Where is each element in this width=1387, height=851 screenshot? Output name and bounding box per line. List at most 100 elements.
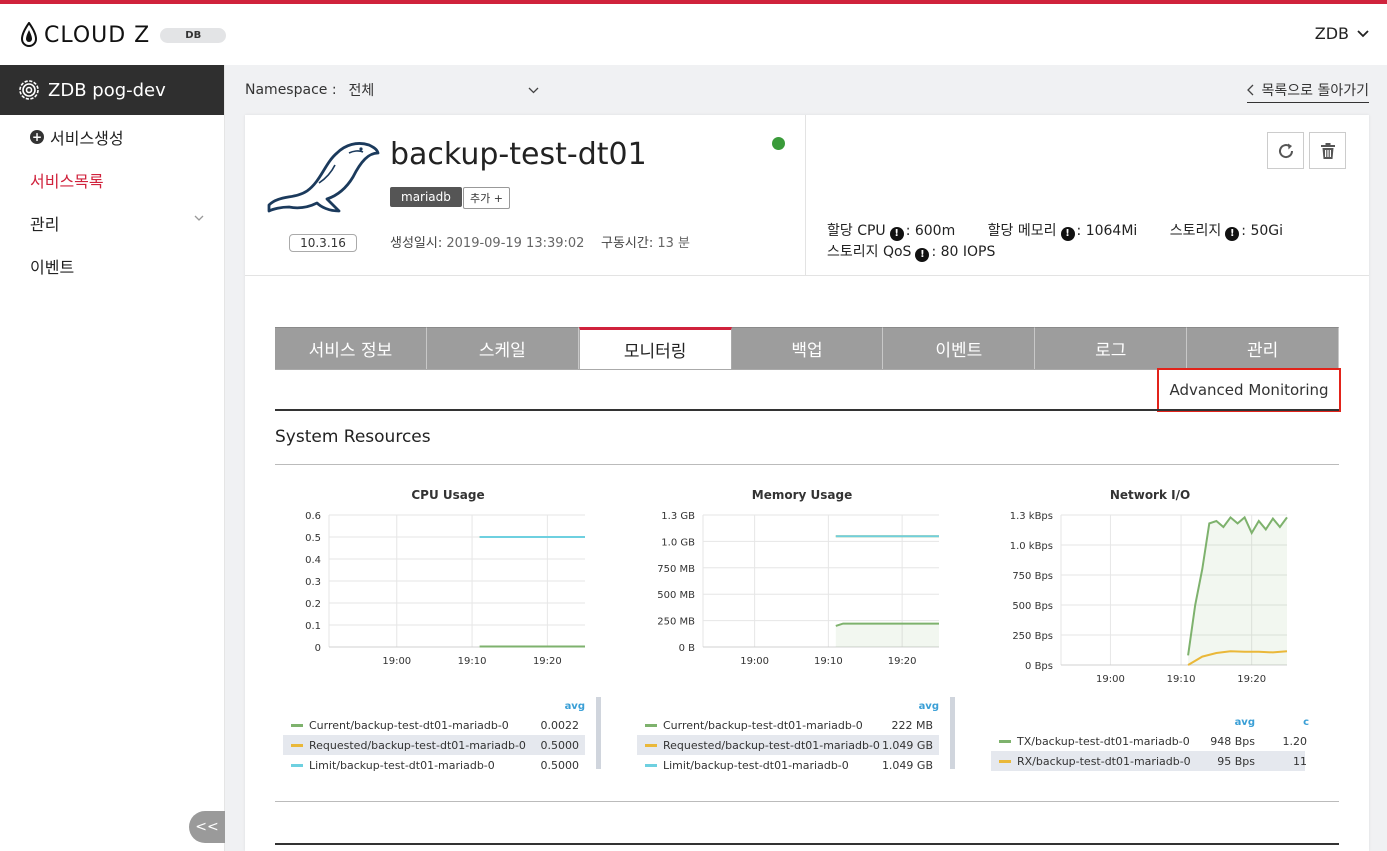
chart-plot: 0 Bps 250 Bps 500 Bps 750 Bps 1.0 kBps 1.3 kB… — [1010, 511, 1288, 685]
trash-icon — [1320, 142, 1335, 159]
legend-avg-value: 948 Bps — [1210, 734, 1255, 748]
legend-scrollbar[interactable] — [596, 697, 601, 769]
status-indicator — [772, 137, 785, 150]
legend-item[interactable]: Requested/backup-test-dt01-mariadb-0 1.04… — [637, 735, 939, 755]
legend-avg-header[interactable]: avg — [919, 701, 939, 712]
allocation-info: 할당 CPU!: 600m 할당 메모리!: 1064Mi 스토리지!: 50G… — [827, 221, 1311, 263]
logo-badge: DB — [160, 27, 227, 43]
add-tag-button[interactable]: 추가 + — [463, 187, 510, 209]
chevron-down-icon — [1357, 29, 1369, 37]
y-tick-label: 0.4 — [305, 555, 321, 566]
legend-series-name: Current/backup-test-dt01-mariadb-0 — [309, 718, 509, 732]
chevron-down-icon — [194, 215, 204, 221]
legend-item[interactable]: Current/backup-test-dt01-mariadb-0 222 MB — [637, 715, 939, 735]
network-io-chart: Network I/O 0 Bps 250 Bps 500 Bps 750 Bps 1.… — [991, 485, 1309, 781]
sidebar-item-label: 관리 — [30, 214, 60, 234]
chart-title: Network I/O — [1109, 488, 1191, 502]
storage-value: : 50Gi — [1241, 223, 1284, 239]
legend-item[interactable]: Limit/backup-test-dt01-mariadb-0 0.5000 — [283, 755, 585, 775]
legend-avg-header[interactable]: avg — [565, 701, 585, 712]
y-tick-label: 250 Bps — [1012, 631, 1053, 642]
tab-monitoring[interactable]: 모니터링 — [578, 327, 732, 369]
legend-item[interactable]: Current/backup-test-dt01-mariadb-0 0.0022 — [283, 715, 585, 735]
y-tick-label: 0.1 — [305, 621, 321, 632]
tab-backup[interactable]: 백업 — [731, 327, 884, 369]
legend-avg-header[interactable]: avg — [1235, 717, 1255, 728]
y-tick-label: 0.5 — [305, 533, 321, 544]
legend-swatch — [645, 723, 657, 727]
sidebar-item-create[interactable]: + 서비스생성 — [0, 115, 224, 158]
sidebar-header[interactable]: ZDB pog-dev — [0, 65, 224, 115]
legend-avg-value: 0.5000 — [540, 758, 580, 772]
legend-series-name: Current/backup-test-dt01-mariadb-0 — [663, 718, 863, 732]
series-area — [1188, 517, 1287, 665]
sidebar-item-label: 서비스생성 — [50, 128, 124, 148]
service-meta: 생성일시: 2019-09-19 13:39:02 구동시간: 13 분 — [390, 232, 690, 251]
legend-current-header[interactable]: c — [1303, 717, 1309, 728]
logo[interactable]: CLOUD Z DB — [20, 22, 227, 48]
info-icon[interactable]: ! — [1060, 227, 1075, 241]
namespace-label: Namespace : — [245, 82, 337, 98]
user-label: ZDB — [1314, 24, 1349, 43]
legend-avg-value: 222 MB — [891, 718, 933, 732]
legend-current-value: 1.20 — [1282, 734, 1308, 748]
x-tick-label: 19:20 — [1237, 674, 1266, 685]
memory-value: : 1064Mi — [1076, 223, 1138, 239]
divider — [275, 464, 1339, 465]
legend-item[interactable]: RX/backup-test-dt01-mariadb-0 95 Bps 11 — [991, 751, 1307, 771]
legend-series-name: Limit/backup-test-dt01-mariadb-0 — [663, 758, 849, 772]
delete-button[interactable] — [1309, 132, 1346, 169]
refresh-button[interactable] — [1267, 132, 1304, 169]
info-icon[interactable]: ! — [889, 227, 904, 241]
tab-service-info[interactable]: 서비스 정보 — [275, 327, 427, 369]
tab-manage[interactable]: 관리 — [1187, 327, 1340, 369]
legend-avg-value: 95 Bps — [1217, 754, 1255, 768]
tab-events[interactable]: 이벤트 — [883, 327, 1036, 369]
uptime-value: 13 분 — [657, 236, 690, 251]
y-tick-label: 0 Bps — [1025, 661, 1053, 672]
section-title: System Resources — [275, 427, 431, 447]
legend-avg-value: 1.049 GB — [881, 758, 933, 772]
x-tick-label: 19:00 — [740, 656, 769, 667]
version-badge: 10.3.16 — [289, 234, 357, 252]
sidebar: ZDB pog-dev + 서비스생성 서비스목록 관리 이벤트 << — [0, 65, 225, 851]
sidebar-item-manage[interactable]: 관리 — [0, 201, 224, 244]
legend-avg-value: 1.049 GB — [881, 738, 933, 752]
namespace-bar: Namespace : 전체 — [245, 80, 539, 100]
chart-legend: avg Current/backup-test-dt01-mariadb-0 0.0… — [283, 697, 613, 781]
info-icon[interactable]: ! — [1225, 227, 1240, 241]
user-menu[interactable]: ZDB — [1315, 24, 1369, 43]
y-tick-label: 0.6 — [305, 511, 321, 522]
service-panel: 10.3.16 backup-test-dt01 mariadb 추가 + 생성… — [245, 115, 1369, 851]
legend-scrollbar[interactable] — [950, 697, 955, 769]
divider — [245, 275, 1369, 276]
db-tag: mariadb — [390, 187, 462, 207]
info-icon[interactable]: ! — [915, 248, 930, 262]
legend-swatch — [291, 763, 303, 767]
sidebar-collapse-button[interactable]: << — [189, 811, 225, 843]
y-tick-label: 1.3 GB — [661, 511, 695, 522]
tab-logs[interactable]: 로그 — [1035, 327, 1188, 369]
y-tick-label: 1.0 kBps — [1010, 541, 1053, 552]
legend-item[interactable]: Requested/backup-test-dt01-mariadb-0 0.50… — [283, 735, 585, 755]
memory-usage-chart: Memory Usage 0 B 250 MB 500 MB 750 MB 1.0 GB… — [637, 485, 967, 781]
chart-plot: 0 0.1 0.2 0.3 0.4 0.5 0.6 19:00 19:10 19:20 — [305, 511, 585, 667]
y-tick-label: 1.3 kBps — [1010, 511, 1053, 522]
advanced-monitoring-button[interactable]: Advanced Monitoring — [1157, 368, 1341, 412]
tab-scale[interactable]: 스케일 — [426, 327, 579, 369]
sidebar-item-label: 이벤트 — [30, 257, 75, 277]
qos-value: : 80 IOPS — [931, 244, 996, 260]
memory-label: 할당 메모리 — [987, 223, 1057, 239]
back-to-list-link[interactable]: 목록으로 돌아가기 — [1246, 80, 1369, 103]
service-summary: 10.3.16 backup-test-dt01 mariadb 추가 + 생성… — [245, 115, 806, 275]
legend-item[interactable]: TX/backup-test-dt01-mariadb-0 948 Bps 1.20 — [991, 731, 1308, 751]
plus-circle-icon: + — [30, 129, 44, 144]
x-tick-label: 19:10 — [814, 656, 843, 667]
divider — [275, 409, 1339, 411]
chart-legend: avg Current/backup-test-dt01-mariadb-0 222… — [637, 697, 967, 781]
sidebar-item-service-list[interactable]: 서비스목록 — [0, 158, 224, 201]
namespace-select[interactable]: 전체 — [349, 80, 539, 100]
sidebar-item-events[interactable]: 이벤트 — [0, 244, 224, 287]
legend-item[interactable]: Limit/backup-test-dt01-mariadb-0 1.049 GB — [637, 755, 939, 775]
divider — [275, 843, 1339, 845]
